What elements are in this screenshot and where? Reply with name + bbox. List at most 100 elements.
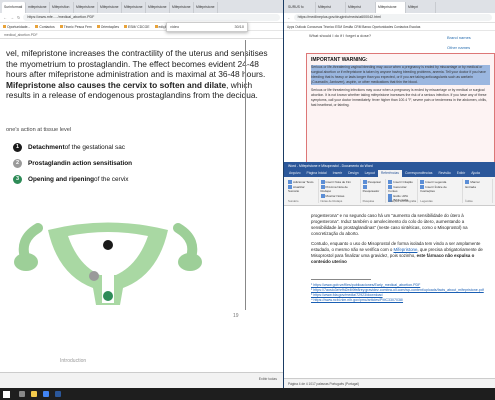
warning-paragraph-2: Serious or life threatening infections m… [311,88,487,107]
ribbon-tab[interactable]: Layout [362,170,378,177]
show-all-button[interactable]: Exibir todas [259,377,277,381]
browser-tab[interactable]: Mifepri [406,2,436,13]
browser-tab[interactable]: Mifeprist [346,2,376,13]
address-bar: ← https://medlineplus.gov/druginfo/meds/… [284,13,495,23]
footnote-separator [311,279,371,280]
file-explorer-icon[interactable] [31,391,37,397]
ribbon-icon [362,180,367,185]
ribbon-group: Pesquisar Pesquisador Pesquisa [361,179,387,203]
browser-tab[interactable]: Surinformati [2,2,26,13]
page-edge [245,40,246,310]
word-window: Word - Mifepristone e Misoprostol - Docu… [284,162,495,388]
mifepristone-link[interactable]: Mifepristone [394,247,418,252]
word-document-page[interactable]: progesterona" e no segundo caso há um "a… [306,209,495,378]
browser-tab[interactable]: Mifepristone [194,2,218,13]
question-link[interactable]: What should I do if I forget a dose? [309,33,371,38]
pdf-page: vel, mifepristone increases the contract… [0,40,283,372]
doc-paragraph-1: progesterona" e no segundo caso há um "a… [311,213,468,236]
section-title: one's action at tissue level [6,127,72,133]
find-query[interactable]: video [170,25,179,29]
ribbon-button[interactable]: Gerenciar Fontes [388,185,415,194]
ribbon-button-label: Pesquisar [367,180,381,184]
ribbon-tab[interactable]: Inserir [330,170,345,177]
browser-tab[interactable]: Mifepristone [98,2,122,13]
ribbon-tab[interactable]: Correspondências [402,170,436,177]
status-bar: Página 4 de 4 1017 palavras Português (P… [284,378,495,388]
back-icon[interactable]: ← [3,15,7,20]
browser-tab[interactable]: Mifepristone [376,2,406,13]
forward-icon[interactable]: → [10,15,14,20]
brand-names-link[interactable]: Brand names [447,33,471,43]
download-bar: Exibir todas [0,372,283,388]
url-input[interactable]: https://medlineplus.gov/druginfo/meds/a6… [293,14,492,21]
uterus-illustration [14,222,202,305]
browser-tab[interactable]: Mifeprisfone [74,2,98,13]
ribbon-group: Adicionar Texto Atualizar Sumário Sumário [286,179,319,203]
ribbon-tab[interactable]: Revisão [435,170,453,177]
windows-start-icon[interactable] [3,390,10,398]
ribbon-tab[interactable]: Design [345,170,362,177]
ribbon-tab[interactable]: Referências [377,170,402,177]
back-icon[interactable]: ← [287,16,291,20]
left-browser-window: Surinformati mifepristone Mifeprisfion Mife… [0,0,283,388]
ribbon: Adicionar Texto Atualizar Sumário Sumário I… [284,177,495,206]
ribbon-group-label: Índice [465,198,473,203]
ribbon-button-label: Inserir Índice de Ilustrações [420,184,447,194]
word-icon[interactable] [55,391,61,397]
ribbon-button-label: Adicionar Texto [293,180,314,184]
step-3-marker [103,291,113,301]
browser-tab[interactable]: Mifepristone [170,2,194,13]
find-count: 30/10 [234,25,244,29]
tab-strip: SURUS fo Mifeprist Mifeprist Mifepristone Mi… [284,0,495,13]
ribbon-button-label: Inserir Citação [393,180,413,184]
ribbon-button-label: Pesquisador [362,189,380,193]
ribbon-group: Marcar Entrada Índice [463,179,493,203]
other-names-link[interactable]: Other names [447,43,471,53]
search-icon[interactable] [19,391,25,397]
footnote-4[interactable]: ⁴ https://www.ncbi.nlm.nih.gov/pmc/artic… [311,298,490,303]
browser-tab[interactable]: Mifeprisfion [50,2,74,13]
step-number: 1 [13,143,22,152]
ribbon-icon [420,180,425,185]
step-number: 2 [13,159,22,168]
warning-paragraph-1: Serious or life-threatening vaginal blee… [311,65,490,85]
ribbon-button[interactable]: Próxima Nota de Rodapé [320,185,358,194]
bookmarks-bar: Apps Outlook Concursos Técnico ESM Gestã… [284,23,495,31]
ribbon-group: Inserir Citação Gerenciar Fontes Estilo: A… [386,179,419,203]
bookmark-item[interactable]: Técnic Pesca Fem [60,25,92,29]
ribbon-button[interactable]: Atualizar Sumário [288,185,316,194]
step-1: 1 Detachment of the gestational sac [13,143,125,152]
ribbon-tab[interactable]: Página Inicial [304,170,330,177]
ribbon-group-label: Legendas [420,198,433,203]
ribbon-button[interactable]: Pesquisador [362,184,384,194]
ribbon-group: Inserir Legenda Inserir Índice de Ilustra… [418,179,464,203]
ribbon-button-label: Mostrar Notas [325,193,345,198]
ribbon-group: Inserir Nota de Fim Próxima Nota de Rodap… [319,179,361,203]
browser-tab[interactable]: mifepristone [26,2,50,13]
pdf-paragraph: vel, mifepristone increases the contract… [6,48,278,101]
ribbon-tab[interactable]: Arquivo [286,170,304,177]
paragraph-text: vel, mifepristone increases the contract… [6,48,268,80]
browser-tab[interactable]: SURUS fo [286,2,316,13]
chrome-icon[interactable] [43,391,49,397]
browser-tab[interactable]: Mifeprist [316,2,346,13]
reload-icon[interactable]: ↻ [17,15,20,20]
ribbon-button[interactable]: Inserir Índice de Ilustrações [420,185,460,194]
bookmark-item[interactable]: ESM/ CDCGE [124,25,149,29]
find-bar[interactable]: video 30/10 [166,22,248,32]
ribbon-tab[interactable]: Ajuda [468,170,483,177]
ribbon-button[interactable]: Mostrar Notas [320,193,358,199]
warning-box: IMPORTANT WARNING: Serious or life-threa… [306,53,495,166]
side-links: Brand names Other names [447,33,471,53]
bookmark-item[interactable]: Oportunidade... [3,25,30,29]
step-2-marker [89,271,99,281]
ribbon-tab[interactable]: Exibir [454,170,468,177]
url-input[interactable]: https://www.mfe...../medical_abortion.PD… [23,14,280,21]
step-label: Detachment [28,144,65,151]
bookmark-item[interactable]: Contactos [35,25,54,29]
bookmark-item[interactable]: Orientações [97,25,119,29]
browser-tab[interactable]: Mifepristone [122,2,146,13]
ribbon-button[interactable]: Marcar Entrada [465,180,490,189]
paragraph-bold: Mifepristone also causes the cervix to s… [6,79,227,90]
browser-tab[interactable]: Mifepristone [146,2,170,13]
